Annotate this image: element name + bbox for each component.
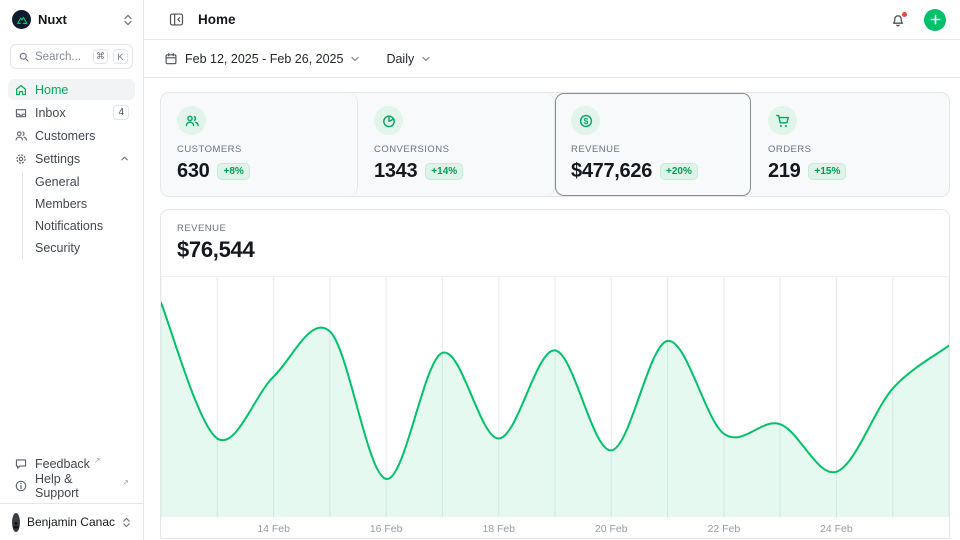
- chevron-down-icon: [350, 54, 360, 64]
- search-box[interactable]: ⌘ K: [10, 44, 133, 69]
- user-menu[interactable]: Benjamin Canac: [8, 511, 135, 533]
- stat-card-conversions[interactable]: CONVERSIONS 1343 +14%: [358, 93, 555, 196]
- stat-label: ORDERS: [768, 144, 933, 155]
- sidebar-item-label: Inbox: [35, 106, 106, 120]
- kbd-k: K: [113, 49, 128, 64]
- chevron-updown-icon: [123, 14, 133, 26]
- stat-card-customers[interactable]: CUSTOMERS 630 +8%: [161, 93, 358, 196]
- sidebar-item-customers[interactable]: Customers: [8, 125, 135, 146]
- sidebar-item-settings[interactable]: Settings: [8, 148, 135, 169]
- sidebar-item-security[interactable]: Security: [35, 237, 135, 259]
- period-select[interactable]: Daily: [386, 52, 431, 66]
- sidebar-item-label: Settings: [35, 152, 113, 166]
- svg-text:22 Feb: 22 Feb: [708, 524, 741, 535]
- settings-subtree: General Members Notifications Security: [22, 171, 135, 259]
- chart-metric-value: $76,544: [177, 237, 933, 263]
- help-support-link[interactable]: Help & Support ↗: [8, 475, 135, 497]
- users-icon: [14, 129, 28, 143]
- revenue-chart-card: REVENUE $76,544 14 Feb 16 Feb 18 Feb 20 Feb…: [160, 209, 950, 539]
- stats-row: CUSTOMERS 630 +8% CONVERSIONS 1343 +14%: [160, 92, 950, 197]
- svg-text:18 Feb: 18 Feb: [482, 524, 515, 535]
- stat-value: 630: [177, 160, 209, 183]
- avatar: [12, 513, 20, 532]
- inbox-count-badge: 4: [113, 105, 129, 120]
- add-button[interactable]: [924, 9, 946, 31]
- gear-icon: [14, 152, 28, 166]
- svg-text:20 Feb: 20 Feb: [595, 524, 628, 535]
- svg-text:24 Feb: 24 Feb: [820, 524, 853, 535]
- sidebar-item-inbox[interactable]: Inbox 4: [8, 102, 135, 123]
- help-support-label: Help & Support: [35, 472, 118, 500]
- sidebar-item-general[interactable]: General: [35, 171, 135, 193]
- sidebar-item-home[interactable]: Home: [8, 79, 135, 100]
- inbox-icon: [14, 106, 28, 120]
- stat-delta-badge: +14%: [425, 163, 463, 180]
- svg-text:14 Feb: 14 Feb: [257, 524, 290, 535]
- stat-value: 1343: [374, 160, 417, 183]
- stat-label: CUSTOMERS: [177, 144, 341, 155]
- date-range-label: Feb 12, 2025 - Feb 26, 2025: [185, 52, 343, 66]
- sidebar-user-section: Benjamin Canac: [0, 503, 143, 540]
- kbd-cmd: ⌘: [93, 49, 108, 64]
- revenue-area-chart[interactable]: 14 Feb 16 Feb 18 Feb 20 Feb 22 Feb 24 Feb: [161, 276, 949, 537]
- stat-card-orders[interactable]: ORDERS 219 +15%: [752, 93, 949, 196]
- filters-toolbar: Feb 12, 2025 - Feb 26, 2025 Daily: [144, 40, 960, 78]
- sidebar-item-notifications[interactable]: Notifications: [35, 215, 135, 237]
- notifications-button[interactable]: [886, 8, 910, 32]
- collapse-sidebar-icon[interactable]: [164, 8, 188, 32]
- stat-label: CONVERSIONS: [374, 144, 538, 155]
- search-input[interactable]: [35, 51, 88, 63]
- search-icon: [18, 51, 30, 63]
- chart-header: REVENUE $76,544: [161, 210, 949, 276]
- stat-card-revenue[interactable]: $ REVENUE $477,626 +20%: [555, 93, 752, 196]
- user-name: Benjamin Canac: [27, 515, 115, 529]
- page-title: Home: [198, 12, 876, 27]
- period-label: Daily: [386, 52, 414, 66]
- sidebar-footer-links: Feedback ↗ Help & Support ↗: [0, 453, 143, 503]
- stat-delta-badge: +20%: [660, 163, 698, 180]
- sidebar-item-label: Home: [35, 83, 129, 97]
- pie-chart-icon: [374, 106, 403, 135]
- external-link-icon: ↗: [94, 456, 101, 465]
- chevron-updown-icon: [122, 517, 131, 528]
- chevron-up-icon: [120, 154, 129, 163]
- date-range-picker[interactable]: Feb 12, 2025 - Feb 26, 2025: [164, 52, 360, 66]
- sidebar-nav: Home Inbox 4 Customers Settings Genera: [8, 79, 135, 259]
- main-area: Home Feb 12, 2025 - Feb 26, 2025 Daily: [144, 0, 960, 540]
- notification-dot: [901, 11, 908, 18]
- chevron-down-icon: [421, 54, 431, 64]
- external-link-icon: ↗: [122, 478, 129, 487]
- feedback-label: Feedback: [35, 457, 90, 471]
- page-header: Home: [144, 0, 960, 40]
- users-icon: [177, 106, 206, 135]
- sidebar: Nuxt ⌘ K Home Inbox 4: [0, 0, 144, 540]
- stat-delta-badge: +8%: [217, 163, 249, 180]
- dashboard-content: CUSTOMERS 630 +8% CONVERSIONS 1343 +14%: [144, 78, 960, 539]
- cart-icon: [768, 106, 797, 135]
- circle-dollar-icon: $: [571, 106, 600, 135]
- workspace-name: Nuxt: [38, 12, 116, 27]
- svg-text:$: $: [583, 116, 588, 125]
- chart-metric-label: REVENUE: [177, 223, 933, 234]
- sidebar-item-label: Customers: [35, 129, 129, 143]
- stat-value: $477,626: [571, 160, 652, 183]
- home-icon: [14, 83, 28, 97]
- stat-value: 219: [768, 160, 800, 183]
- stat-label: REVENUE: [571, 144, 735, 155]
- nuxt-logo-icon: [12, 10, 31, 29]
- info-circle-icon: [14, 479, 28, 493]
- sidebar-item-members[interactable]: Members: [35, 193, 135, 215]
- workspace-switcher[interactable]: Nuxt: [0, 0, 143, 29]
- chat-bubble-icon: [14, 457, 28, 471]
- calendar-icon: [164, 52, 178, 66]
- svg-text:16 Feb: 16 Feb: [370, 524, 403, 535]
- stat-delta-badge: +15%: [808, 163, 846, 180]
